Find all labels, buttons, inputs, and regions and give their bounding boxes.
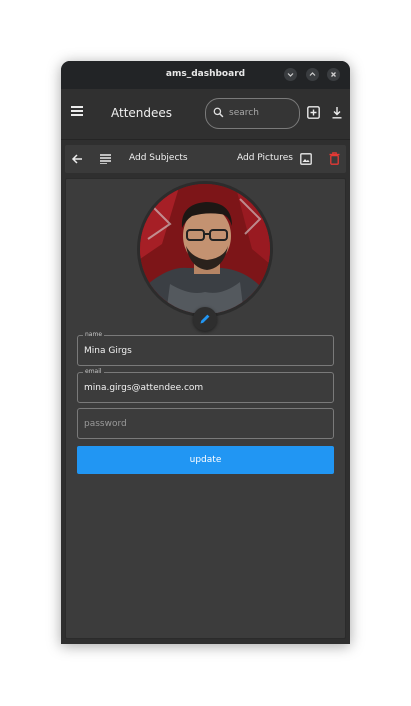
minimize-button[interactable] — [284, 68, 297, 81]
email-label: email — [83, 368, 104, 376]
update-button[interactable]: update — [77, 446, 334, 474]
search-icon — [213, 107, 224, 118]
add-subjects-button[interactable]: Add Subjects — [129, 153, 188, 163]
download-icon[interactable] — [331, 106, 343, 119]
close-button[interactable] — [327, 68, 340, 81]
app-window: ams_dashboard Attendees search Add Subje… — [61, 61, 350, 644]
close-icon — [331, 72, 336, 77]
window-titlebar: ams_dashboard — [61, 61, 350, 89]
email-input[interactable] — [84, 381, 324, 395]
password-input[interactable] — [84, 417, 324, 431]
photo-icon[interactable] — [300, 153, 312, 165]
notes-icon[interactable] — [100, 154, 111, 164]
name-input[interactable] — [84, 344, 324, 358]
chevron-down-icon — [287, 73, 294, 77]
profile-photo — [140, 184, 270, 314]
password-field[interactable] — [77, 408, 334, 439]
search-input[interactable] — [229, 105, 291, 121]
search-box[interactable] — [205, 98, 300, 129]
trash-icon[interactable] — [329, 152, 340, 165]
chevron-up-icon — [309, 72, 316, 76]
menu-icon[interactable] — [71, 106, 83, 116]
toolbar: Add Subjects Add Pictures — [65, 145, 346, 173]
back-arrow-icon[interactable] — [71, 153, 83, 165]
name-label: name — [83, 331, 105, 339]
add-box-icon[interactable] — [307, 106, 320, 119]
avatar — [137, 181, 273, 317]
edit-pencil-icon — [200, 314, 210, 324]
page-title: Attendees — [111, 106, 173, 120]
edit-photo-button[interactable] — [193, 307, 217, 331]
maximize-button[interactable] — [306, 68, 319, 81]
name-field[interactable]: name — [77, 331, 334, 366]
email-field[interactable]: email — [77, 368, 334, 403]
attendee-form-panel: name email update — [65, 178, 346, 639]
add-pictures-button[interactable]: Add Pictures — [237, 153, 293, 163]
app-bar: Attendees — [61, 89, 350, 140]
